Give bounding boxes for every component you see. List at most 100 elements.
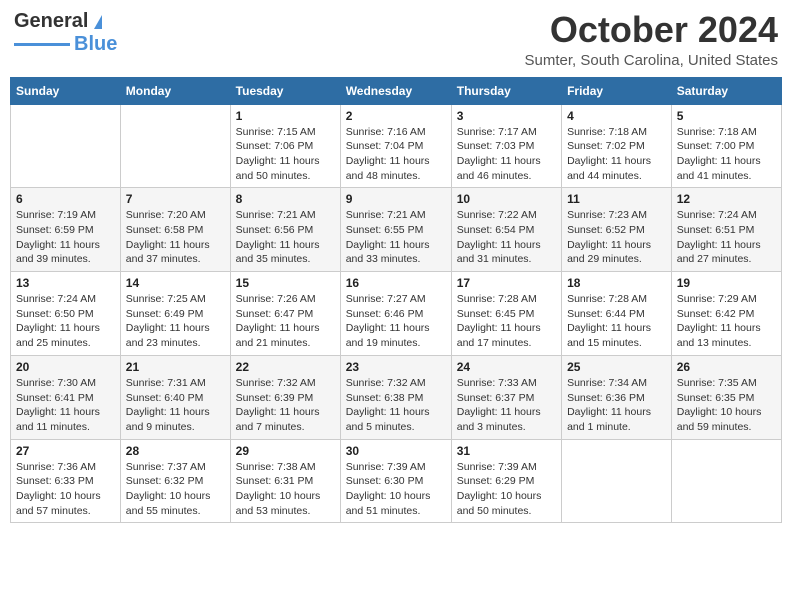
logo-general: General — [14, 10, 88, 33]
sunrise: Sunrise: 7:24 AM — [677, 209, 757, 221]
day-number: 16 — [346, 276, 446, 290]
day-number: 6 — [16, 192, 115, 206]
calendar-cell: 31 Sunrise: 7:39 AM Sunset: 6:29 PM Dayl… — [451, 439, 561, 523]
sunrise: Sunrise: 7:32 AM — [346, 377, 426, 389]
day-number: 14 — [126, 276, 225, 290]
calendar-cell: 11 Sunrise: 7:23 AM Sunset: 6:52 PM Dayl… — [562, 188, 672, 272]
calendar-cell: 17 Sunrise: 7:28 AM Sunset: 6:45 PM Dayl… — [451, 272, 561, 356]
day-number: 11 — [567, 192, 666, 206]
sunset: Sunset: 6:58 PM — [126, 224, 204, 236]
logo-blue: Blue — [74, 33, 117, 56]
calendar-cell: 23 Sunrise: 7:32 AM Sunset: 6:38 PM Dayl… — [340, 355, 451, 439]
day-number: 1 — [236, 109, 335, 123]
daylight: Daylight: 11 hours and 19 minutes. — [346, 322, 430, 349]
day-number: 31 — [457, 444, 556, 458]
sunset: Sunset: 6:50 PM — [16, 308, 94, 320]
sunrise: Sunrise: 7:39 AM — [457, 461, 537, 473]
sunset: Sunset: 7:00 PM — [677, 140, 755, 152]
sunrise: Sunrise: 7:24 AM — [16, 293, 96, 305]
calendar-cell: 5 Sunrise: 7:18 AM Sunset: 7:00 PM Dayli… — [671, 104, 781, 188]
sunrise: Sunrise: 7:32 AM — [236, 377, 316, 389]
sunrise: Sunrise: 7:21 AM — [236, 209, 316, 221]
day-number: 19 — [677, 276, 776, 290]
sunset: Sunset: 6:42 PM — [677, 308, 755, 320]
sunset: Sunset: 6:59 PM — [16, 224, 94, 236]
daylight: Daylight: 11 hours and 39 minutes. — [16, 239, 100, 266]
sunrise: Sunrise: 7:23 AM — [567, 209, 647, 221]
daylight: Daylight: 11 hours and 44 minutes. — [567, 155, 651, 182]
page-header: General Blue October 2024 Sumter, South … — [10, 10, 782, 69]
day-number: 3 — [457, 109, 556, 123]
sunrise: Sunrise: 7:25 AM — [126, 293, 206, 305]
sunrise: Sunrise: 7:31 AM — [126, 377, 206, 389]
calendar-cell: 14 Sunrise: 7:25 AM Sunset: 6:49 PM Dayl… — [120, 272, 230, 356]
day-number: 27 — [16, 444, 115, 458]
calendar-cell: 1 Sunrise: 7:15 AM Sunset: 7:06 PM Dayli… — [230, 104, 340, 188]
day-of-week-header: Sunday — [11, 77, 121, 104]
calendar-cell: 30 Sunrise: 7:39 AM Sunset: 6:30 PM Dayl… — [340, 439, 451, 523]
daylight: Daylight: 11 hours and 27 minutes. — [677, 239, 761, 266]
daylight: Daylight: 11 hours and 13 minutes. — [677, 322, 761, 349]
day-of-week-header: Monday — [120, 77, 230, 104]
day-number: 12 — [677, 192, 776, 206]
calendar-cell: 19 Sunrise: 7:29 AM Sunset: 6:42 PM Dayl… — [671, 272, 781, 356]
sunset: Sunset: 6:56 PM — [236, 224, 314, 236]
sunrise: Sunrise: 7:28 AM — [567, 293, 647, 305]
daylight: Daylight: 11 hours and 21 minutes. — [236, 322, 320, 349]
sunset: Sunset: 6:38 PM — [346, 392, 424, 404]
location: Sumter, South Carolina, United States — [525, 52, 778, 69]
daylight: Daylight: 11 hours and 50 minutes. — [236, 155, 320, 182]
sunrise: Sunrise: 7:19 AM — [16, 209, 96, 221]
sunset: Sunset: 6:33 PM — [16, 475, 94, 487]
day-number: 21 — [126, 360, 225, 374]
calendar-week-row: 1 Sunrise: 7:15 AM Sunset: 7:06 PM Dayli… — [11, 104, 782, 188]
sunrise: Sunrise: 7:34 AM — [567, 377, 647, 389]
sunset: Sunset: 7:03 PM — [457, 140, 535, 152]
sunset: Sunset: 6:37 PM — [457, 392, 535, 404]
logo-underline — [14, 43, 70, 46]
sunrise: Sunrise: 7:17 AM — [457, 126, 537, 138]
daylight: Daylight: 11 hours and 11 minutes. — [16, 406, 100, 433]
day-of-week-header: Saturday — [671, 77, 781, 104]
day-number: 18 — [567, 276, 666, 290]
calendar-week-row: 13 Sunrise: 7:24 AM Sunset: 6:50 PM Dayl… — [11, 272, 782, 356]
sunrise: Sunrise: 7:21 AM — [346, 209, 426, 221]
calendar-table: SundayMondayTuesdayWednesdayThursdayFrid… — [10, 77, 782, 524]
daylight: Daylight: 11 hours and 7 minutes. — [236, 406, 320, 433]
calendar-cell: 27 Sunrise: 7:36 AM Sunset: 6:33 PM Dayl… — [11, 439, 121, 523]
day-number: 17 — [457, 276, 556, 290]
sunset: Sunset: 6:30 PM — [346, 475, 424, 487]
sunrise: Sunrise: 7:18 AM — [567, 126, 647, 138]
day-number: 24 — [457, 360, 556, 374]
sunrise: Sunrise: 7:38 AM — [236, 461, 316, 473]
daylight: Daylight: 11 hours and 31 minutes. — [457, 239, 541, 266]
day-number: 30 — [346, 444, 446, 458]
calendar-cell — [562, 439, 672, 523]
sunset: Sunset: 7:04 PM — [346, 140, 424, 152]
calendar-cell: 2 Sunrise: 7:16 AM Sunset: 7:04 PM Dayli… — [340, 104, 451, 188]
sunset: Sunset: 6:47 PM — [236, 308, 314, 320]
sunrise: Sunrise: 7:35 AM — [677, 377, 757, 389]
sunset: Sunset: 6:51 PM — [677, 224, 755, 236]
day-number: 25 — [567, 360, 666, 374]
calendar-cell: 18 Sunrise: 7:28 AM Sunset: 6:44 PM Dayl… — [562, 272, 672, 356]
day-of-week-header: Friday — [562, 77, 672, 104]
daylight: Daylight: 11 hours and 15 minutes. — [567, 322, 651, 349]
daylight: Daylight: 10 hours and 50 minutes. — [457, 490, 542, 517]
sunrise: Sunrise: 7:29 AM — [677, 293, 757, 305]
calendar-cell: 16 Sunrise: 7:27 AM Sunset: 6:46 PM Dayl… — [340, 272, 451, 356]
day-number: 2 — [346, 109, 446, 123]
calendar-body: 1 Sunrise: 7:15 AM Sunset: 7:06 PM Dayli… — [11, 104, 782, 523]
calendar-cell: 20 Sunrise: 7:30 AM Sunset: 6:41 PM Dayl… — [11, 355, 121, 439]
sunrise: Sunrise: 7:18 AM — [677, 126, 757, 138]
sunset: Sunset: 6:40 PM — [126, 392, 204, 404]
sunset: Sunset: 6:44 PM — [567, 308, 645, 320]
calendar-cell: 26 Sunrise: 7:35 AM Sunset: 6:35 PM Dayl… — [671, 355, 781, 439]
sunrise: Sunrise: 7:39 AM — [346, 461, 426, 473]
sunset: Sunset: 6:46 PM — [346, 308, 424, 320]
days-of-week-header: SundayMondayTuesdayWednesdayThursdayFrid… — [11, 77, 782, 104]
daylight: Daylight: 11 hours and 1 minute. — [567, 406, 651, 433]
day-number: 8 — [236, 192, 335, 206]
calendar-cell: 6 Sunrise: 7:19 AM Sunset: 6:59 PM Dayli… — [11, 188, 121, 272]
calendar-cell: 4 Sunrise: 7:18 AM Sunset: 7:02 PM Dayli… — [562, 104, 672, 188]
